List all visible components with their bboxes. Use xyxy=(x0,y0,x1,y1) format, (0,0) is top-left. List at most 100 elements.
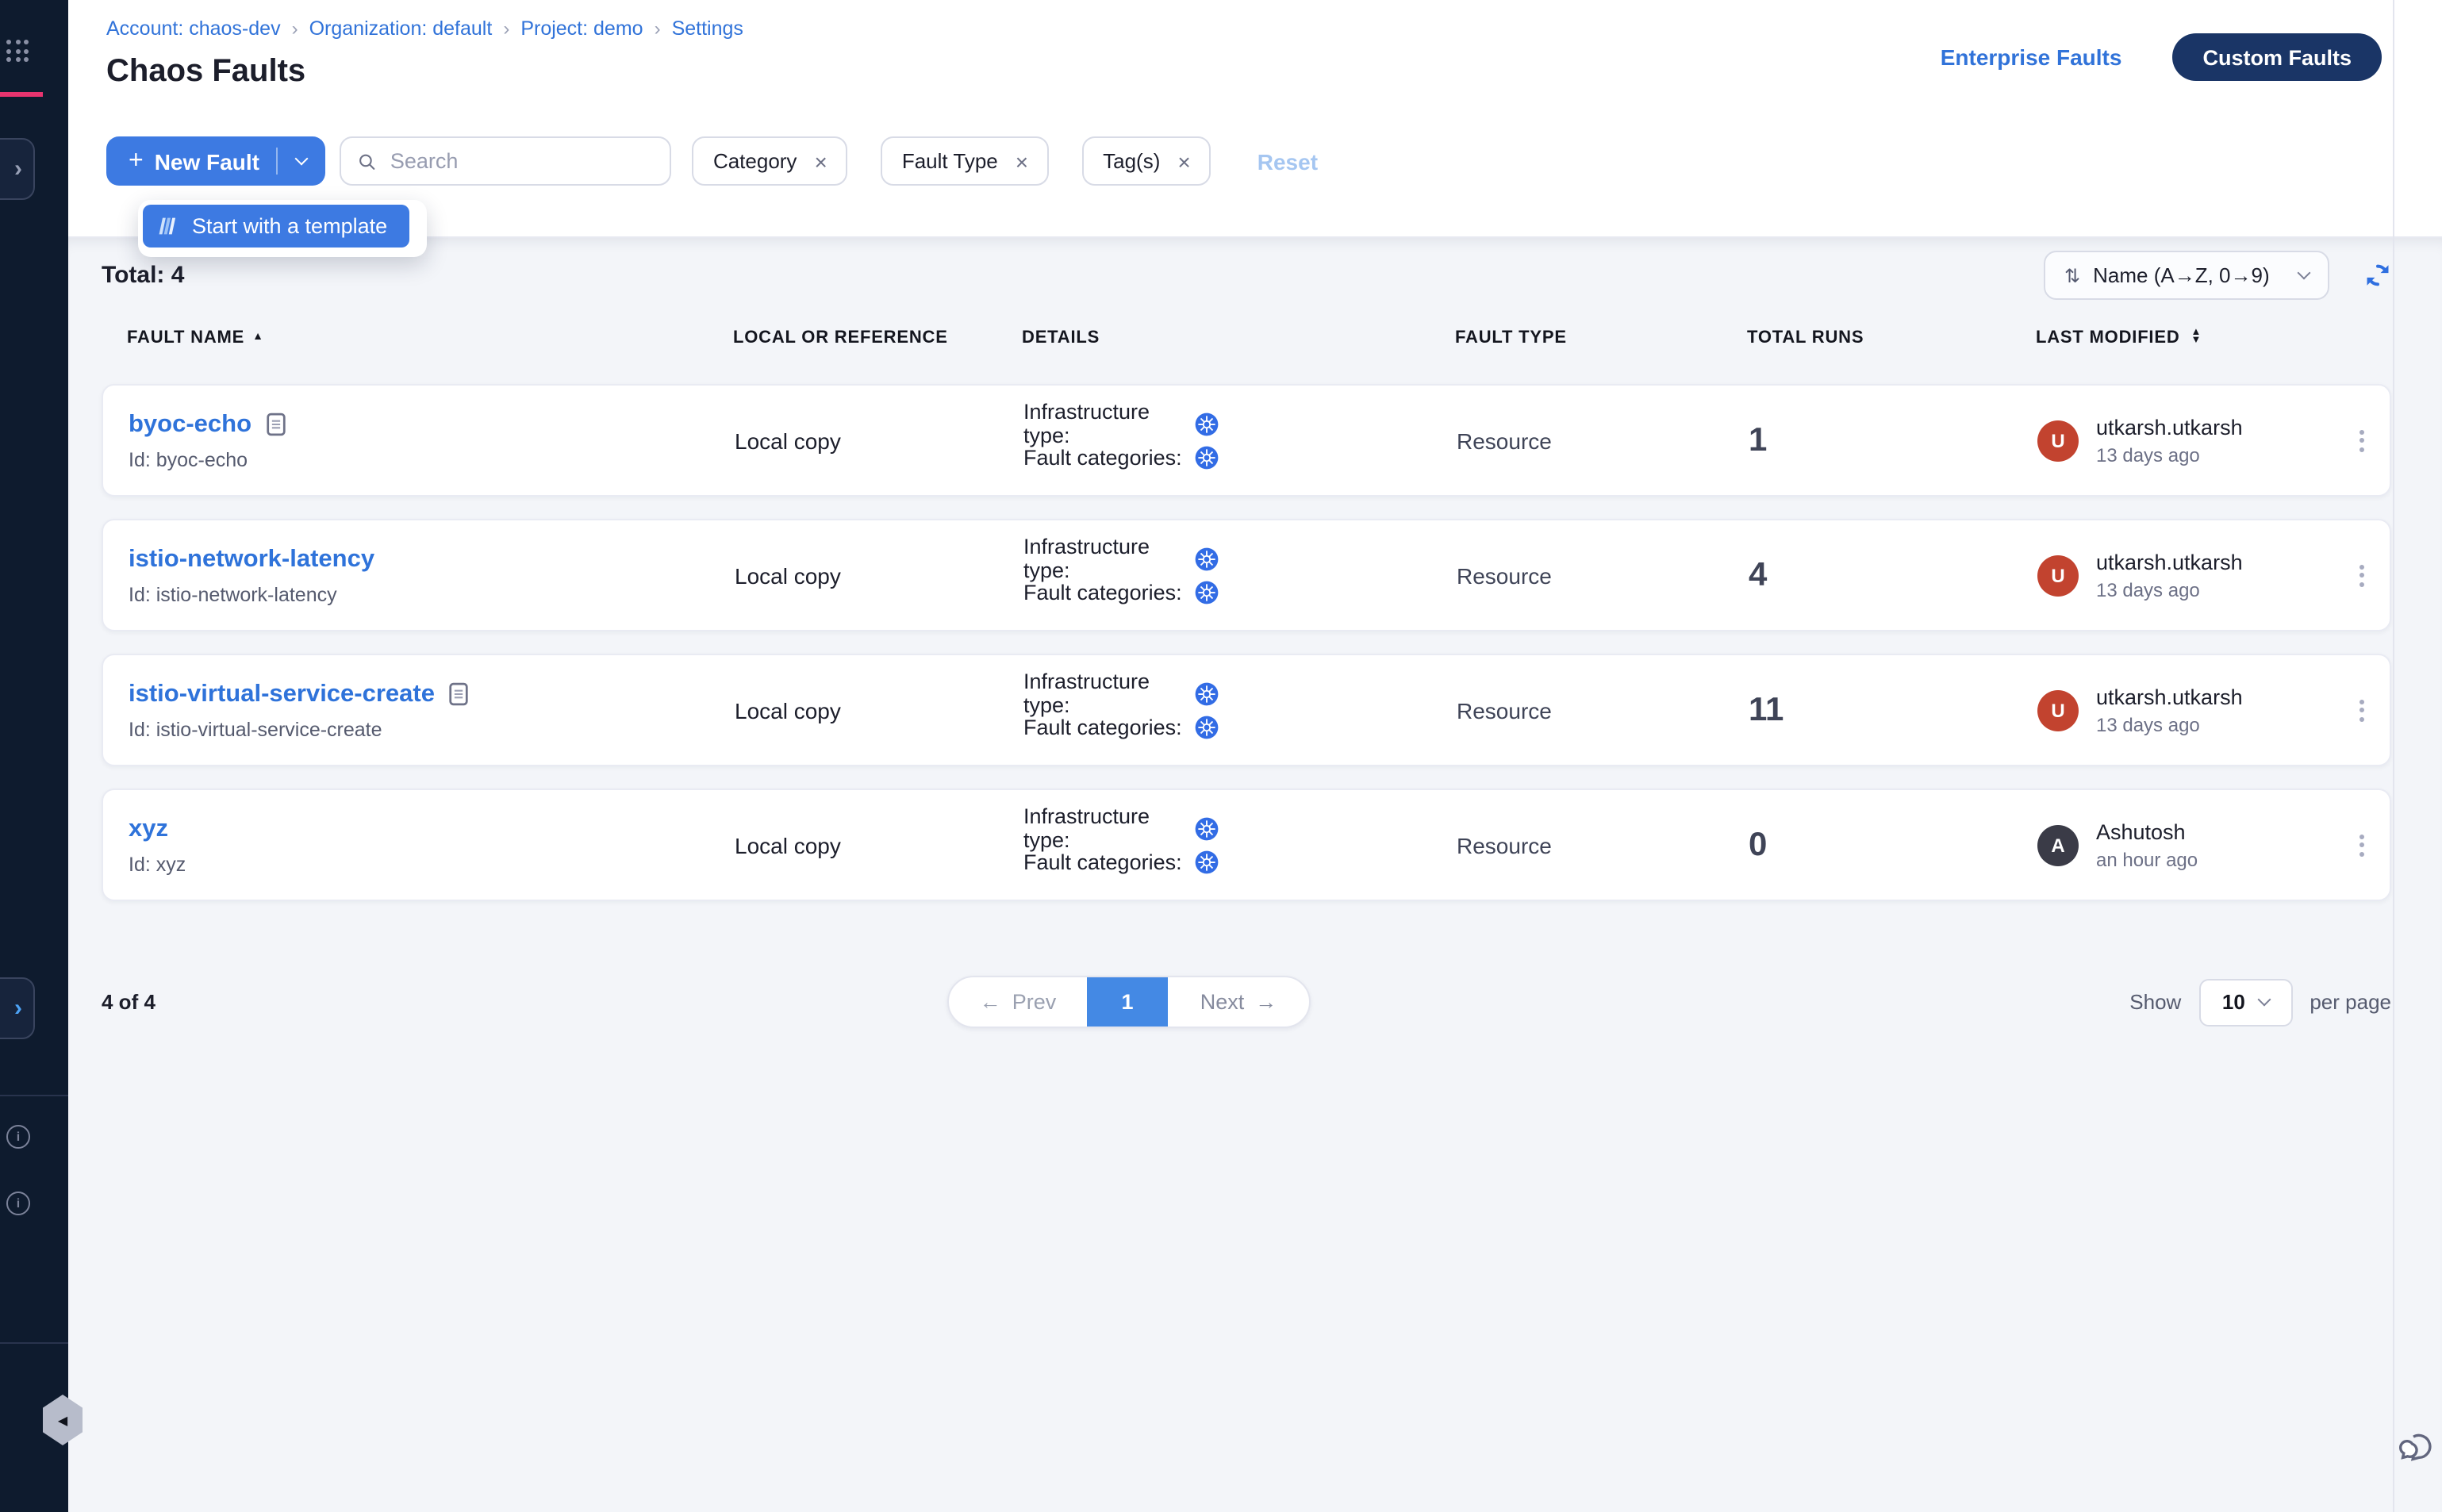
filter-chip-fault-type[interactable]: Fault Type × xyxy=(881,136,1049,186)
description-doc-icon[interactable] xyxy=(449,682,468,706)
pagination-bar: 4 of 4 ← Prev 1 Next → Show 10 xyxy=(102,976,2391,1028)
kubernetes-icon xyxy=(1195,445,1219,469)
search-input[interactable] xyxy=(390,149,655,173)
fault-id: Id: istio-virtual-service-create xyxy=(129,718,709,740)
fault-id: Id: byoc-echo xyxy=(129,448,709,470)
column-local-or-reference: LOCAL OR REFERENCE xyxy=(708,328,996,347)
kubernetes-icon xyxy=(1195,816,1219,840)
sort-arrows-icon: ⇅ xyxy=(2064,264,2080,286)
fault-row: byoc-echo Id: byoc-echo Local copy Infra… xyxy=(102,384,2391,497)
breadcrumb-project[interactable]: Project: demo xyxy=(520,17,643,40)
row-menu-kebab-icon[interactable] xyxy=(2353,423,2371,458)
show-label: Show xyxy=(2129,990,2181,1014)
filter-chip-label: Category xyxy=(713,149,797,173)
fault-name-link[interactable]: istio-network-latency xyxy=(129,545,374,574)
sidebar-divider xyxy=(0,1095,68,1096)
filter-chip-label: Fault Type xyxy=(902,149,998,173)
sort-select[interactable]: ⇅ Name (A→Z, 0→9) xyxy=(2044,251,2329,300)
sidebar-expand-bottom-button[interactable]: › xyxy=(0,977,35,1039)
column-label: LAST MODIFIED xyxy=(2036,328,2180,347)
close-icon[interactable]: × xyxy=(814,150,827,172)
row-menu-kebab-icon[interactable] xyxy=(2353,693,2371,727)
local-or-reference: Local copy xyxy=(709,428,998,453)
column-label: FAULT NAME xyxy=(127,328,244,347)
fault-name-link[interactable]: xyz xyxy=(129,815,168,843)
menu-item-start-with-template[interactable]: Start with a template xyxy=(143,205,409,248)
next-page-button[interactable]: Next → xyxy=(1168,977,1309,1027)
description-doc-icon[interactable] xyxy=(266,413,285,436)
modified-by: utkarsh.utkarsh xyxy=(2096,685,2243,708)
modified-by: utkarsh.utkarsh xyxy=(2096,415,2243,439)
column-details: DETAILS xyxy=(996,328,1430,347)
fault-name-link[interactable]: istio-virtual-service-create xyxy=(129,680,435,708)
reset-filters-button[interactable]: Reset xyxy=(1257,148,1318,174)
fault-row: istio-virtual-service-create Id: istio-v… xyxy=(102,654,2391,766)
fault-categories-label: Fault categories: xyxy=(1023,580,1195,604)
kubernetes-icon xyxy=(1195,681,1219,705)
custom-faults-button[interactable]: Custom Faults xyxy=(2172,33,2382,81)
info-icon[interactable]: i xyxy=(6,1125,30,1149)
new-fault-button[interactable]: + New Fault xyxy=(106,148,277,174)
breadcrumb-separator-icon: › xyxy=(655,17,661,40)
sidebar-expand-top-button[interactable]: › xyxy=(0,138,35,200)
fault-type: Resource xyxy=(1431,562,1723,588)
total-runs: 11 xyxy=(1723,691,2012,729)
page-size-value: 10 xyxy=(2222,990,2245,1014)
chevron-down-icon xyxy=(2257,993,2271,1007)
pager: ← Prev 1 Next → xyxy=(947,976,1311,1028)
breadcrumb-account[interactable]: Account: chaos-dev xyxy=(106,17,281,40)
column-label: DETAILS xyxy=(1022,328,1100,347)
modified-time: 13 days ago xyxy=(2096,443,2243,466)
enterprise-faults-link[interactable]: Enterprise Faults xyxy=(1941,44,2122,70)
avatar: U xyxy=(2037,689,2079,731)
next-label: Next xyxy=(1200,990,1245,1014)
fault-type: Resource xyxy=(1431,428,1723,453)
total-runs: 0 xyxy=(1723,826,2012,864)
infrastructure-type-label: Infrastructure type: xyxy=(1023,535,1195,582)
breadcrumb-settings[interactable]: Settings xyxy=(672,17,743,40)
app-grid-icon[interactable] xyxy=(6,40,29,62)
current-page-button[interactable]: 1 xyxy=(1087,977,1168,1027)
row-menu-kebab-icon[interactable] xyxy=(2353,558,2371,593)
total-runs: 1 xyxy=(1723,421,2012,459)
chevron-down-icon xyxy=(2298,267,2311,280)
row-menu-kebab-icon[interactable] xyxy=(2353,827,2371,862)
page-size-select[interactable]: 10 xyxy=(2198,978,2292,1026)
fault-categories-label: Fault categories: xyxy=(1023,850,1195,873)
column-label: FAULT TYPE xyxy=(1455,328,1567,347)
avatar: U xyxy=(2037,555,2079,596)
filter-chip-tags[interactable]: Tag(s) × xyxy=(1082,136,1211,186)
fault-row: xyz Id: xyz Local copy Infrastructure ty… xyxy=(102,789,2391,901)
column-label: TOTAL RUNS xyxy=(1747,328,1864,347)
infrastructure-type-label: Infrastructure type: xyxy=(1023,670,1195,717)
modified-by: Ashutosh xyxy=(2096,819,2198,843)
new-fault-split-button: + New Fault xyxy=(106,136,326,186)
column-last-modified[interactable]: LAST MODIFIED ▲▼ xyxy=(2010,328,2333,347)
fault-row: istio-network-latency Id: istio-network-… xyxy=(102,519,2391,631)
prev-page-button[interactable]: ← Prev xyxy=(949,977,1087,1027)
new-fault-dropdown-toggle[interactable] xyxy=(278,159,326,163)
menu-item-label: Start with a template xyxy=(192,214,387,238)
kubernetes-icon xyxy=(1195,580,1219,604)
main-area: Account: chaos-dev › Organization: defau… xyxy=(68,0,2442,1512)
breadcrumb-organization[interactable]: Organization: default xyxy=(309,17,493,40)
fault-name-link[interactable]: byoc-echo xyxy=(129,410,251,439)
infrastructure-type-label: Infrastructure type: xyxy=(1023,804,1195,852)
close-icon[interactable]: × xyxy=(1177,150,1190,172)
sidebar-accent-bar xyxy=(0,92,43,97)
chevron-down-icon xyxy=(295,152,309,166)
faults-list-panel: Total: 4 ⇅ Name (A→Z, 0→9) xyxy=(68,238,2442,1512)
filter-chip-category[interactable]: Category × xyxy=(693,136,848,186)
refresh-icon[interactable] xyxy=(2364,262,2391,289)
help-icon[interactable]: i xyxy=(6,1192,30,1215)
template-library-icon xyxy=(157,214,178,238)
kubernetes-icon xyxy=(1195,547,1219,570)
filter-chip-label: Tag(s) xyxy=(1103,149,1160,173)
column-fault-name[interactable]: FAULT NAME ▲ xyxy=(102,328,708,347)
result-count: 4 of 4 xyxy=(102,990,156,1014)
chat-support-icon[interactable] xyxy=(2398,1429,2436,1468)
table-header-row: FAULT NAME ▲ LOCAL OR REFERENCE DETAILS … xyxy=(102,325,2391,349)
search-box xyxy=(340,136,672,186)
toolbar: + New Fault Category xyxy=(106,136,2404,186)
close-icon[interactable]: × xyxy=(1016,150,1028,172)
